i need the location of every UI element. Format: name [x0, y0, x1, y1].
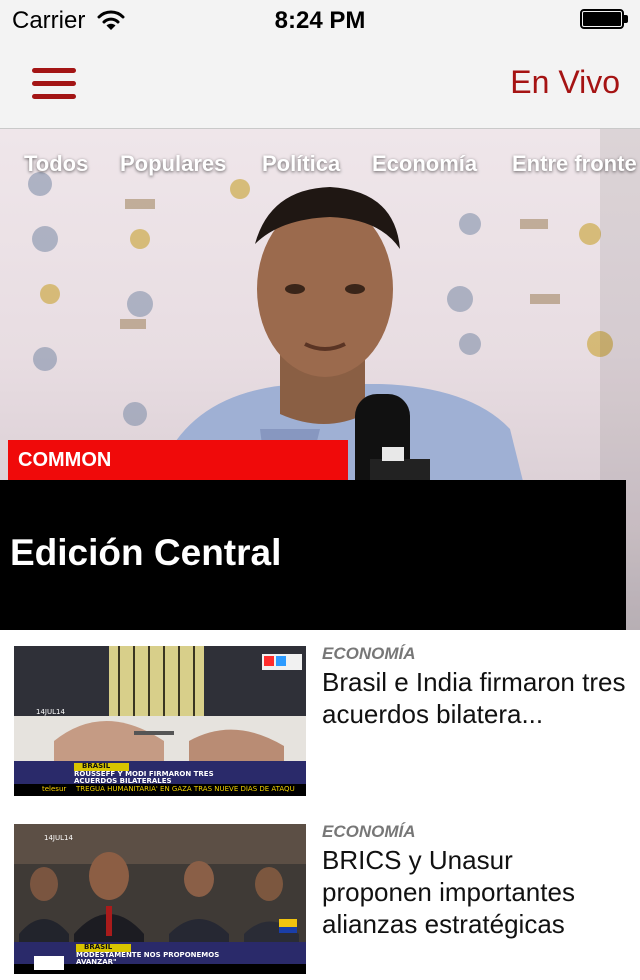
thumb-headline: MODESTAMENTE NOS PROPONEMOS AVANZAR": [76, 951, 220, 966]
category-badge: COMMON: [8, 440, 348, 480]
featured-story[interactable]: Todos Populares Política Economía Entre …: [0, 129, 640, 630]
status-bar: Carrier 8:24 PM: [0, 0, 640, 40]
thumb-date: 14JUL14: [44, 834, 73, 842]
clock: 8:24 PM: [274, 7, 366, 34]
list-item[interactable]: 14JUL14 BRASIL MODESTAMENTE NOS PROPONEM…: [0, 808, 640, 980]
tab-entre-fronteras[interactable]: Entre fronte: [512, 151, 637, 177]
list-item[interactable]: 14JUL14 BRASIL ROUSSEFF Y MODI FIRMARON …: [0, 630, 640, 802]
thumb-headline: ROUSSEFF Y MODI FIRMARON TRES ACUERDOS B…: [74, 770, 214, 785]
news-title: Brasil e India firmaron tres acuerdos bi…: [322, 667, 626, 729]
thumb-tag: BRASIL: [82, 762, 111, 770]
live-button[interactable]: En Vivo: [510, 64, 620, 101]
featured-title: Edición Central: [10, 532, 282, 573]
featured-caption: Edición Central: [0, 480, 626, 630]
news-category: ECONOMÍA: [322, 644, 416, 663]
category-badge-label: COMMON: [18, 449, 112, 471]
news-thumbnail: 14JUL14 BRASIL ROUSSEFF Y MODI FIRMARON …: [14, 646, 306, 796]
news-title: BRICS y Unasur proponen importantes alia…: [322, 845, 575, 939]
tab-populares[interactable]: Populares: [120, 151, 226, 177]
news-thumbnail: 14JUL14 BRASIL MODESTAMENTE NOS PROPONEM…: [14, 824, 306, 974]
thumb-ticker: TREGUA HUMANITARIA' EN GAZA TRAS NUEVE D…: [76, 785, 295, 793]
tab-economia[interactable]: Economía: [372, 151, 477, 177]
battery-icon: [580, 9, 630, 31]
thumb-brand: telesur: [42, 785, 67, 793]
news-category: ECONOMÍA: [322, 822, 416, 841]
thumb-tag: BRASIL: [84, 943, 113, 951]
tab-todos[interactable]: Todos: [24, 151, 88, 177]
menu-icon[interactable]: [30, 64, 78, 104]
tab-politica[interactable]: Política: [262, 151, 340, 177]
category-tabs: Todos Populares Política Economía Entre …: [0, 151, 640, 191]
nav-bar: En Vivo: [0, 40, 640, 129]
thumb-date: 14JUL14: [36, 708, 65, 716]
